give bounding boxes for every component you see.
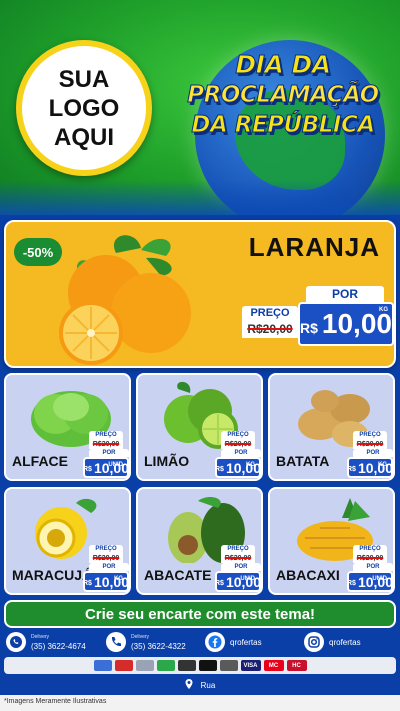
por-label: POR [353,563,393,571]
old-price: R$20,00 [221,554,255,563]
address-bar: Rua [4,676,396,694]
por-label: POR [353,449,393,457]
whatsapp-contact[interactable]: Delivery (35) 3622-4674 [6,632,86,652]
new-price: R$ 10,00 KG [215,457,261,478]
por-label: POR [89,563,129,571]
old-price: R$20,00 [221,440,255,449]
por-label: POR [221,449,261,457]
product-name: MARACUJÁ [12,567,93,583]
card-icon [198,660,217,671]
old-price: R$20,00 [353,554,387,563]
orange-illustration [59,235,191,365]
product-card[interactable]: BATATA PREÇO R$20,00 POR R$ 10,00 KG [268,373,395,481]
card-icon [156,660,175,671]
hipercard-icon: HC [286,660,307,671]
product-card[interactable]: MARACUJÁ PREÇO R$20,00 POR R$ 10,00 KG [4,487,131,595]
new-price: R$ 10,00 KG [298,302,394,346]
preco-label: PREÇO [221,431,255,440]
preco-label: PREÇO [353,545,387,554]
facebook-contact[interactable]: qrofertas [205,632,262,652]
new-price: R$ 10,00 KG [83,571,129,592]
old-price: R$20,00 [89,440,123,449]
whatsapp-icon [6,632,26,652]
new-price: R$ 10,00 KG [347,457,393,478]
phone-contact[interactable]: Delivery (35) 3622-4322 [106,632,186,652]
title-line: DIA DA [235,50,332,80]
logo-line: LOGO [48,94,120,122]
instagram-icon [304,632,324,652]
product-name: LARANJA [248,232,380,262]
footer: *Imagens Meramente Ilustrativas [0,695,400,711]
payment-methods: VISA MC HC [4,657,396,674]
product-card[interactable]: ABACAXI PREÇO R$20,00 POR R$ 10,00 UNID [268,487,395,595]
disclaimer: *Imagens Meramente Ilustrativas [4,698,107,705]
location-icon [185,679,193,691]
facebook-icon [205,632,225,652]
cta-banner[interactable]: Crie seu encarte com este tema! [4,600,396,628]
product-card[interactable]: ALFACE PREÇO R$20,00 POR R$ 10,00 UNID [4,373,131,481]
phone-icon [106,632,126,652]
logo-line: SUA [58,65,110,93]
new-price: R$ 10,00 UNID [347,571,393,592]
product-name: ALFACE [12,453,68,469]
old-price: R$20,00 [353,440,387,449]
new-price: R$ 10,00 UNID [83,457,129,478]
instagram-contact[interactable]: qrofertas [304,632,361,652]
header-banner: SUA LOGO AQUI DIA DA PROCLAMAÇÃO DA REPÚ… [0,0,400,215]
por-label: POR [221,563,261,571]
contacts-bar: Delivery (35) 3622-4674 Delivery (35) 3622… [0,630,400,658]
product-name: BATATA [276,453,330,469]
por-label: POR [89,449,129,457]
preco-label: PREÇO [242,306,298,320]
preco-label: PREÇO [221,545,255,554]
old-price: R$20,00 [89,554,123,563]
logo-placeholder: SUA LOGO AQUI [16,40,152,176]
por-label: POR [306,286,384,302]
preco-label: PREÇO [353,431,387,440]
old-price: R$20,00 [242,320,298,338]
hero-product-card[interactable]: -50% LARANJA PREÇO R$20,00 POR R$ 10,00 … [4,220,396,368]
title-line: PROCLAMAÇÃO [187,82,380,109]
card-icon [93,660,112,671]
product-name: ABACATE [144,567,212,583]
preco-label: PREÇO [89,545,123,554]
product-name: LIMÃO [144,453,190,469]
card-icon [219,660,238,671]
mastercard-icon: MC [263,660,284,671]
product-card[interactable]: LIMÃO PREÇO R$20,00 POR R$ 10,00 KG [136,373,263,481]
card-icon [177,660,196,671]
card-icon [114,660,133,671]
new-price: R$ 10,00 UNID [215,571,261,592]
product-card[interactable]: ABACATE PREÇO R$20,00 POR R$ 10,00 UNID [136,487,263,595]
page-title: DIA DA PROCLAMAÇÃO DA REPÚBLICA [168,50,398,140]
address-text: Rua [200,680,216,690]
card-icon [135,660,154,671]
title-line: DA REPÚBLICA [191,112,376,139]
visa-icon: VISA [240,660,261,671]
logo-line: AQUI [54,123,114,151]
preco-label: PREÇO [89,431,123,440]
product-name: ABACAXI [276,567,340,583]
